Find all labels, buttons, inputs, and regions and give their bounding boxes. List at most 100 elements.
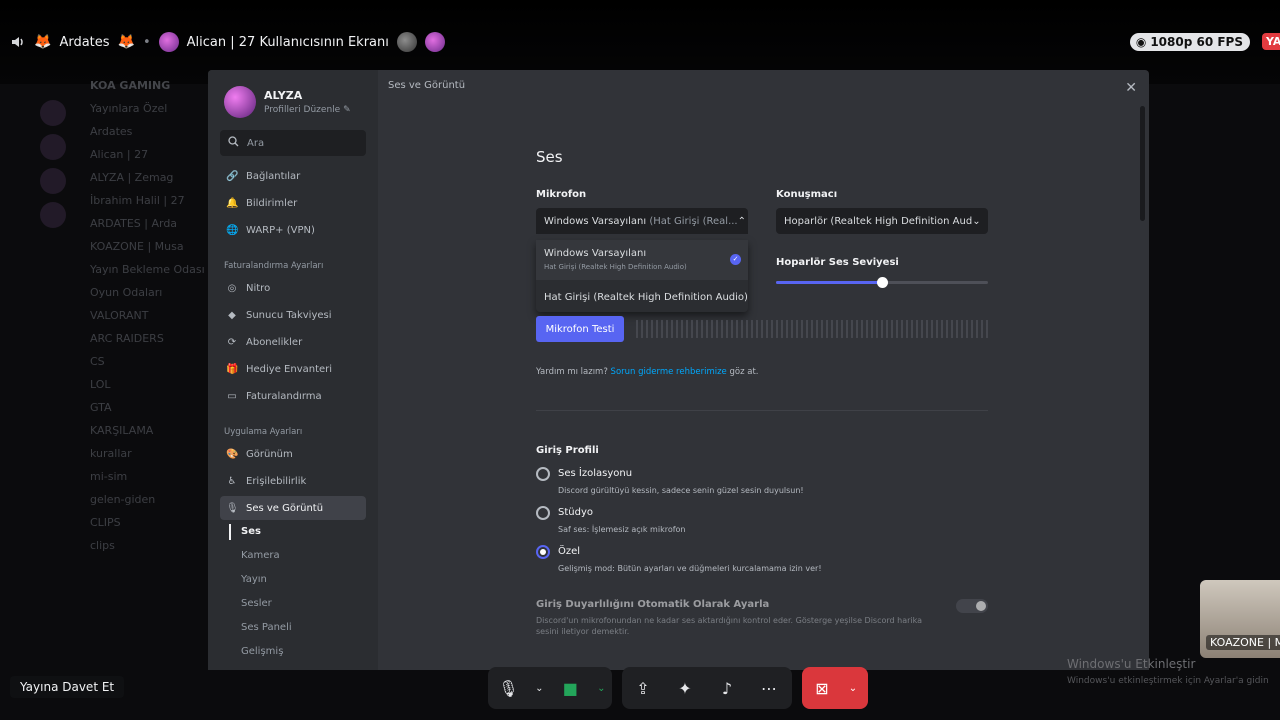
auto-sensitivity-label: Giriş Duyarlılığını Otomatik Olarak Ayar… — [536, 599, 770, 610]
dropdown-option[interactable]: Hat Girişi (Realtek High Definition Audi… — [544, 292, 748, 303]
quality-badge: ◉ 1080p 60 FPS — [1129, 33, 1250, 51]
screen-title: Alican | 27 Kullanıcısının Ekranı — [186, 34, 389, 50]
channel-row: KARŞILAMA — [90, 424, 154, 437]
gift-icon: 🎁 — [226, 363, 239, 375]
pencil-icon: ✎ — [343, 105, 351, 115]
mic-label: Mikrofon — [536, 189, 587, 200]
separator-dot: • — [142, 34, 151, 50]
webcam-label: KOAZONE | M — [1206, 635, 1280, 650]
section-heading: Ses — [536, 148, 563, 166]
accessibility-icon: ♿ — [227, 475, 237, 487]
mic-select[interactable]: Windows Varsayılanı (Hat Girişi (Real...… — [536, 208, 748, 234]
profile-title: Stüdyo — [558, 507, 593, 518]
sidebar-item-vpn[interactable]: 🌐 WARP+ (VPN) — [220, 218, 366, 242]
sidebar-item-accessibility[interactable]: ♿ Erişilebilirlik — [220, 469, 366, 493]
profile-header[interactable]: ALYZA Profilleri Düzenle ✎ — [224, 86, 351, 118]
volume-settings-icon[interactable] — [10, 34, 26, 50]
invite-to-stream-button[interactable]: Yayına Davet Et — [10, 676, 125, 698]
subitem-soundboard[interactable]: Ses Paneli — [241, 622, 292, 633]
profile-title: Ses İzolasyonu — [558, 468, 633, 479]
input-profile-label: Giriş Profili — [536, 445, 599, 456]
option-subtitle: Hat Girişi (Realtek High Definition Audi… — [544, 263, 687, 271]
dropdown-option-selected[interactable]: Windows Varsayılanı Hat Girişi (Realtek … — [536, 240, 748, 280]
channel-row: Yayınlara Özel — [90, 102, 168, 115]
card-icon: ▭ — [227, 390, 237, 402]
subitem-camera[interactable]: Kamera — [241, 550, 280, 561]
chevron-down-icon[interactable]: ⌄ — [842, 667, 864, 709]
slider-knob[interactable] — [877, 277, 888, 288]
boost-icon: ◆ — [228, 309, 236, 321]
speaker-label: Konuşmacı — [776, 189, 838, 200]
fox-emoji-icon: 🦊 — [117, 34, 135, 50]
check-icon: ✓ — [730, 254, 741, 265]
camera-icon[interactable]: ■ — [550, 667, 591, 709]
chevron-down-icon[interactable]: ⌄ — [591, 667, 612, 709]
subitem-sounds[interactable]: Sesler — [241, 598, 272, 609]
sidebar-item-appearance[interactable]: 🎨 Görünüm — [220, 442, 366, 466]
channel-row: mi-sim — [90, 470, 128, 483]
webcam-preview[interactable]: KOAZONE | M — [1200, 580, 1280, 658]
microphone-icon: 🎙 — [226, 502, 239, 514]
media-controls-group: 🎙 ⌄ ■ ⌄ — [488, 667, 612, 709]
close-icon[interactable]: ✕ — [1125, 80, 1137, 96]
sidebar-item-connections[interactable]: 🔗 Bağlantılar — [220, 164, 366, 188]
chevron-up-icon: ⌃ — [737, 215, 746, 227]
sidebar-item-nitro[interactable]: ◎ Nitro — [220, 276, 366, 300]
channel-row: ALYZA | Zemag — [90, 171, 174, 184]
sidebar-item-billing[interactable]: ▭ Faturalandırma — [220, 384, 366, 408]
subitem-stream[interactable]: Yayın — [241, 574, 267, 585]
screen-share-icon[interactable]: ⇪ — [622, 667, 664, 709]
activities-icon[interactable]: ✦ — [664, 667, 706, 709]
profile-title: Özel — [558, 546, 581, 557]
palette-icon: 🎨 — [226, 448, 239, 460]
more-icon[interactable]: ⋯ — [748, 667, 790, 709]
settings-sidebar: ALYZA Profilleri Düzenle ✎ Ara 🔗 Bağlantı… — [208, 70, 378, 670]
stop-stream-icon[interactable]: ⊠ — [802, 667, 842, 709]
sidebar-item-subscriptions[interactable]: ⟳ Abonelikler — [220, 330, 366, 354]
server-name: KOA GAMING — [90, 79, 171, 92]
radio-studio[interactable] — [536, 506, 550, 520]
sidebar-item-voice-video[interactable]: 🎙 Ses ve Görüntü — [220, 496, 366, 520]
channel-row: kurallar — [90, 447, 132, 460]
speaker-volume-slider[interactable] — [776, 277, 988, 288]
mic-test-button[interactable]: Mikrofon Testi — [536, 316, 624, 342]
windows-activation-sub: Windows'u etkinleştirmek için Ayarlar'a … — [1067, 676, 1269, 686]
settings-modal: ALYZA Profilleri Düzenle ✎ Ara 🔗 Bağlantı… — [208, 70, 1149, 670]
auto-sensitivity-toggle[interactable] — [956, 599, 988, 613]
speaker-select[interactable]: Hoparlör (Realtek High Definition Aud ⌄ — [776, 208, 988, 234]
edit-profile-link[interactable]: Profilleri Düzenle ✎ — [264, 105, 351, 115]
chevron-down-icon[interactable]: ⌄ — [529, 667, 550, 709]
channel-row: LOL — [90, 378, 111, 391]
chevron-down-icon: ⌄ — [972, 215, 981, 227]
app-section-header: Uygulama Ayarları — [224, 427, 303, 437]
subitem-voice[interactable]: Ses — [241, 526, 261, 537]
soundboard-icon[interactable]: ♪ — [706, 667, 748, 709]
end-stream-button[interactable]: ⊠ ⌄ — [802, 667, 868, 709]
channel-row: İbrahim Halil | 27 — [90, 194, 185, 207]
quality-text: 1080p 60 FPS — [1150, 35, 1243, 49]
channel-row: Yayın Bekleme Odası — [90, 263, 205, 276]
sidebar-item-notifications[interactable]: 🔔 Bildirimler — [220, 191, 366, 215]
link-icon: 🔗 — [226, 170, 239, 182]
channel-name: Ardates — [59, 34, 110, 50]
sidebar-item-gift-inventory[interactable]: 🎁 Hediye Envanteri — [220, 357, 366, 381]
channel-row: GTA — [90, 401, 112, 414]
mic-level-meter — [636, 320, 988, 338]
scrollbar[interactable] — [1140, 106, 1145, 221]
radio-custom[interactable] — [536, 545, 550, 559]
billing-section-header: Faturalandırma Ayarları — [224, 261, 324, 271]
channel-row: clips — [90, 539, 115, 552]
troubleshoot-link[interactable]: Sorun giderme rehberimize — [611, 367, 727, 377]
speaker-volume-label: Hoparlör Ses Seviyesi — [776, 257, 899, 268]
profile-desc: Gelişmiş mod: Bütün ayarları ve düğmeler… — [558, 564, 822, 573]
mic-dropdown-menu: Windows Varsayılanı Hat Girişi (Realtek … — [536, 240, 748, 312]
page-title: Ses ve Görüntü — [388, 80, 466, 91]
sidebar-item-server-boost[interactable]: ◆ Sunucu Takviyesi — [220, 303, 366, 327]
search-input[interactable]: Ara — [220, 130, 366, 156]
subitem-advanced[interactable]: Gelişmiş — [241, 646, 283, 657]
microphone-icon[interactable]: 🎙 — [488, 667, 529, 709]
radio-voice-isolation[interactable] — [536, 467, 550, 481]
stream-title-group: 🦊 Ardates 🦊 • Alican | 27 Kullanıcısının… — [10, 32, 445, 52]
nitro-icon: ◎ — [227, 282, 237, 294]
divider — [536, 410, 988, 411]
